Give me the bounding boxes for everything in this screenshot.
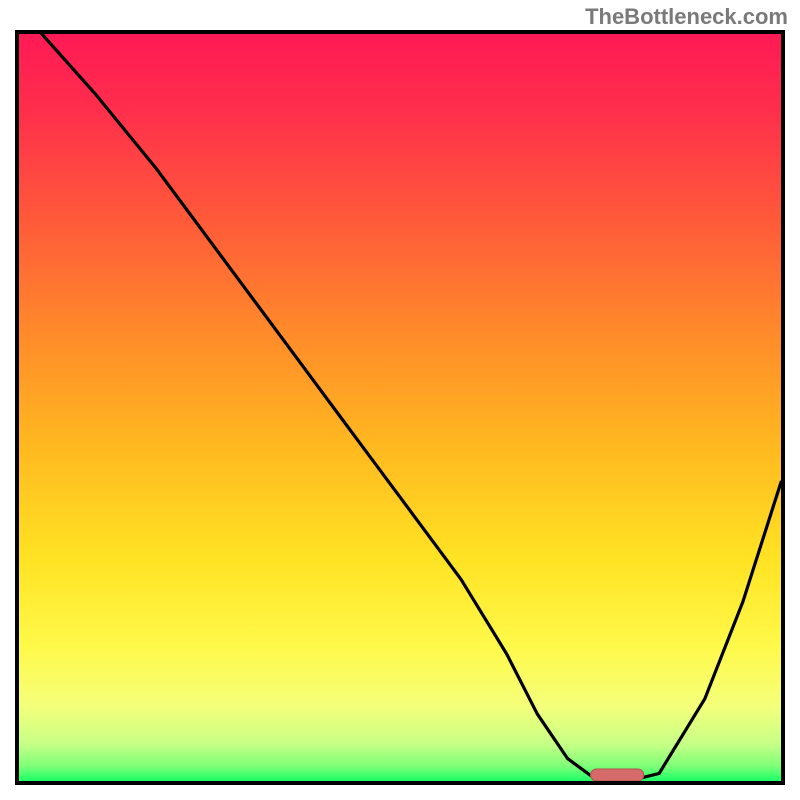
gradient-background [19,34,781,781]
watermark-text: TheBottleneck.com [585,4,788,30]
chart-svg [19,34,781,781]
chart-container: TheBottleneck.com [0,0,800,800]
optimal-marker [591,769,644,781]
plot-area [15,30,785,785]
